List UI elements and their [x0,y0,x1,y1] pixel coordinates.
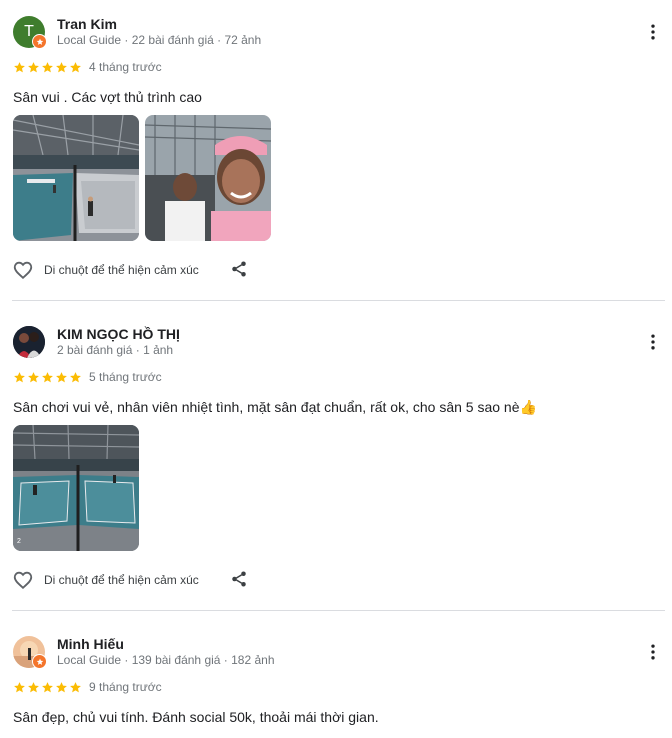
review-photo-selfie[interactable] [145,115,271,241]
svg-text:2: 2 [17,538,21,545]
star-icon [69,371,82,384]
react-label: Di chuột để thể hiện cảm xúc [44,573,199,587]
more-options-button[interactable] [643,640,663,664]
court-photo-image: 2 [13,425,139,551]
local-guide-badge-icon [32,34,47,49]
star-icon [27,371,40,384]
star-rating [13,681,82,694]
more-options-button[interactable] [643,330,663,354]
react-label: Di chuột để thể hiện cảm xúc [44,263,199,277]
share-icon [230,570,248,588]
more-vert-icon [643,642,663,662]
star-icon [13,371,26,384]
react-button[interactable]: Di chuột để thể hiện cảm xúc [12,569,199,591]
selfie-photo-image [145,115,271,241]
star-icon [41,61,54,74]
star-icon [55,61,68,74]
star-icon [27,61,40,74]
review-time: 9 tháng trước [89,680,162,694]
star-rating [13,61,82,74]
reviewer-name[interactable]: KIM NGỌC HỒ THỊ [57,326,180,342]
more-vert-icon [643,22,663,42]
heart-outline-icon [12,569,34,591]
review-text: Sân chơi vui vẻ, nhân viên nhiệt tình, m… [13,399,537,415]
more-vert-icon [643,332,663,352]
star-icon [69,681,82,694]
star-icon [27,681,40,694]
reviewer-meta[interactable]: Local Guide · 22 bài đánh giá · 72 ảnh [57,33,261,47]
avatar-photo-image [13,326,45,358]
star-icon [13,681,26,694]
star-icon [55,371,68,384]
star-icon [41,681,54,694]
heart-outline-icon [12,259,34,281]
star-icon [41,371,54,384]
reviewer-meta[interactable]: Local Guide · 139 bài đánh giá · 182 ảnh [57,653,275,667]
local-guide-badge-icon [32,654,47,669]
review-time: 5 tháng trước [89,370,162,384]
star-icon [69,61,82,74]
react-button[interactable]: Di chuột để thể hiện cảm xúc [12,259,199,281]
review-card: T Tran Kim Local Guide · 22 bài đánh giá… [0,0,672,300]
review-text: Sân vui . Các vợt thủ trình cao [13,89,202,105]
review-card: KIM NGỌC HỒ THỊ 2 bài đánh giá · 1 ảnh 5… [0,300,672,610]
share-button[interactable] [229,569,249,589]
review-photo-court[interactable]: 2 [13,425,139,551]
share-button[interactable] [229,259,249,279]
review-photo-court[interactable] [13,115,139,241]
star-icon [13,61,26,74]
reviewer-meta[interactable]: 2 bài đánh giá · 1 ảnh [57,343,173,357]
court-photo-image [13,115,139,241]
avatar[interactable] [13,326,45,358]
reviewer-name[interactable]: Minh Hiếu [57,636,124,652]
star-rating [13,371,82,384]
star-icon [55,681,68,694]
review-text: Sân đẹp, chủ vui tính. Đánh social 50k, … [13,709,379,725]
more-options-button[interactable] [643,20,663,44]
review-card: Minh Hiếu Local Guide · 139 bài đánh giá… [0,610,672,738]
review-time: 4 tháng trước [89,60,162,74]
reviewer-name[interactable]: Tran Kim [57,16,117,32]
share-icon [230,260,248,278]
